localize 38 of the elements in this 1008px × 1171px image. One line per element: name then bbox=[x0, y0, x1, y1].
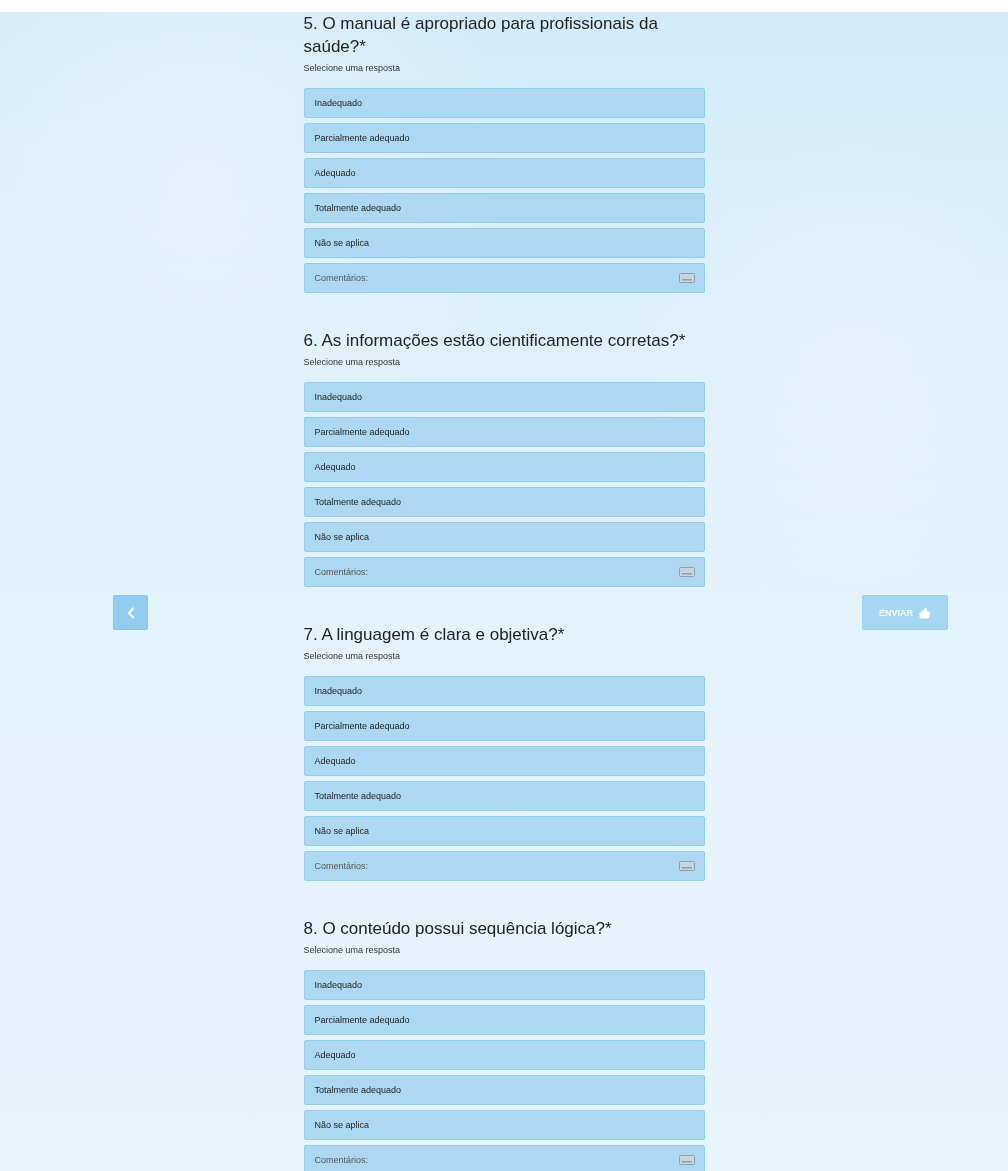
question-hint: Selecione uma resposta bbox=[303, 356, 402, 368]
answer-option[interactable]: Adequado bbox=[303, 452, 705, 482]
question-title: 7. A linguagem é clara e objetiva?* bbox=[303, 624, 566, 646]
answer-option[interactable]: Adequado bbox=[303, 746, 705, 776]
back-button[interactable] bbox=[113, 595, 148, 630]
answer-option[interactable]: Parcialmente adequado bbox=[303, 123, 705, 153]
question-hint: Selecione uma resposta bbox=[303, 62, 402, 74]
answer-option[interactable]: Totalmente adequado bbox=[303, 1075, 705, 1105]
question-title: 8. O conteúdo possui sequência lógica?* bbox=[303, 918, 613, 940]
answer-option[interactable]: Não se aplica bbox=[303, 1110, 705, 1140]
answer-option[interactable]: Não se aplica bbox=[303, 228, 705, 258]
answer-option[interactable]: Totalmente adequado bbox=[303, 487, 705, 517]
answer-option[interactable]: Totalmente adequado bbox=[303, 781, 705, 811]
answer-option[interactable]: Parcialmente adequado bbox=[303, 711, 705, 741]
comment-field[interactable]: Comentários: bbox=[303, 557, 705, 587]
comment-field[interactable]: Comentários: bbox=[303, 1145, 705, 1171]
answer-option[interactable]: Adequado bbox=[303, 158, 705, 188]
keyboard-icon bbox=[678, 273, 695, 283]
answer-option[interactable]: Inadequado bbox=[303, 676, 705, 706]
question-title: 6. As informações estão cientificamente corretas?* bbox=[303, 330, 687, 352]
comment-field[interactable]: Comentários: bbox=[303, 263, 705, 293]
answer-option[interactable]: Inadequado bbox=[303, 88, 705, 118]
answer-option[interactable]: Parcialmente adequado bbox=[303, 1005, 705, 1035]
answer-option[interactable]: Não se aplica bbox=[303, 522, 705, 552]
answer-option[interactable]: Não se aplica bbox=[303, 816, 705, 846]
question-hint: Selecione uma resposta bbox=[303, 650, 402, 662]
keyboard-icon bbox=[678, 861, 695, 871]
question-title: 5. O manual é apropriado para profissionais da saúde?* bbox=[303, 13, 659, 58]
keyboard-icon bbox=[678, 1155, 695, 1165]
answer-option[interactable]: Parcialmente adequado bbox=[303, 417, 705, 447]
keyboard-icon bbox=[678, 567, 695, 577]
answer-option[interactable]: Totalmente adequado bbox=[303, 193, 705, 223]
answer-option[interactable]: Inadequado bbox=[303, 970, 705, 1000]
comment-field[interactable]: Comentários: bbox=[303, 851, 705, 881]
thumbs-up-icon bbox=[919, 606, 931, 619]
answer-option[interactable]: Inadequado bbox=[303, 382, 705, 412]
answer-option[interactable]: Adequado bbox=[303, 1040, 705, 1070]
question-hint: Selecione uma resposta bbox=[303, 944, 402, 956]
